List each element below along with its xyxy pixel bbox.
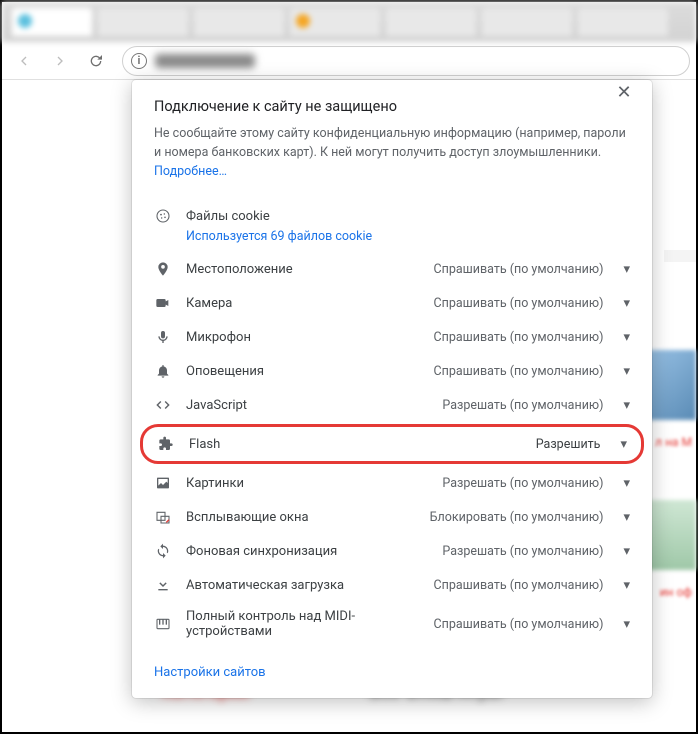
forward-button[interactable]: [44, 45, 76, 77]
tab-strip: [2, 2, 696, 42]
download-icon: [154, 576, 172, 594]
image-icon: [154, 474, 172, 492]
site-info-icon[interactable]: i: [131, 53, 147, 69]
microphone-row[interactable]: Микрофон Спрашивать (по умолчанию) ▾: [132, 320, 652, 354]
mic-icon: [154, 328, 172, 346]
javascript-row[interactable]: JavaScript Разрешать (по умолчанию) ▾: [132, 388, 652, 422]
popover-title: Подключение к сайту не защищено: [154, 98, 630, 115]
bgsync-row[interactable]: Фоновая синхронизация Разрешать (по умол…: [132, 534, 652, 568]
images-row[interactable]: Картинки Разрешать (по умолчанию) ▾: [132, 466, 652, 500]
site-settings-link[interactable]: Настройки сайтов: [132, 650, 652, 686]
midi-icon: [154, 615, 172, 633]
cookies-sublink[interactable]: Используется 69 файлов cookie: [132, 229, 652, 252]
toolbar: i: [2, 42, 696, 80]
back-button[interactable]: [8, 45, 40, 77]
learn-more-link[interactable]: Подробнее…: [154, 164, 227, 179]
location-row[interactable]: Местоположение Спрашивать (по умолчанию)…: [132, 252, 652, 286]
bell-icon: [154, 362, 172, 380]
flash-highlight: Flash Разрешить ▾: [140, 424, 644, 464]
autodownload-row[interactable]: Автоматическая загрузка Спрашивать (по у…: [132, 568, 652, 602]
cookies-row[interactable]: Файлы cookie: [132, 199, 652, 233]
popover-description: Не сообщайте этому сайту конфиденциальну…: [154, 125, 630, 181]
popups-row[interactable]: Всплывающие окна Блокировать (по умолчан…: [132, 500, 652, 534]
midi-row[interactable]: Полный контроль над MIDI-устройствами Сп…: [132, 602, 652, 646]
cookies-label: Файлы cookie: [186, 209, 630, 224]
notifications-row[interactable]: Оповещения Спрашивать (по умолчанию) ▾: [132, 354, 652, 388]
camera-row[interactable]: Камера Спрашивать (по умолчанию) ▾: [132, 286, 652, 320]
location-icon: [154, 260, 172, 278]
puzzle-icon: [157, 435, 175, 453]
reload-button[interactable]: [80, 45, 112, 77]
cookie-icon: [154, 207, 172, 225]
url-text: [155, 54, 255, 68]
sync-icon: [154, 542, 172, 560]
omnibox[interactable]: i: [122, 46, 690, 76]
caret-icon: ▾: [623, 262, 630, 277]
flash-row[interactable]: Flash Разрешить ▾: [143, 427, 641, 461]
code-icon: [154, 396, 172, 414]
site-info-popover: ✕ Подключение к сайту не защищено Не соо…: [132, 80, 652, 698]
camera-icon: [154, 294, 172, 312]
popup-icon: [154, 508, 172, 526]
